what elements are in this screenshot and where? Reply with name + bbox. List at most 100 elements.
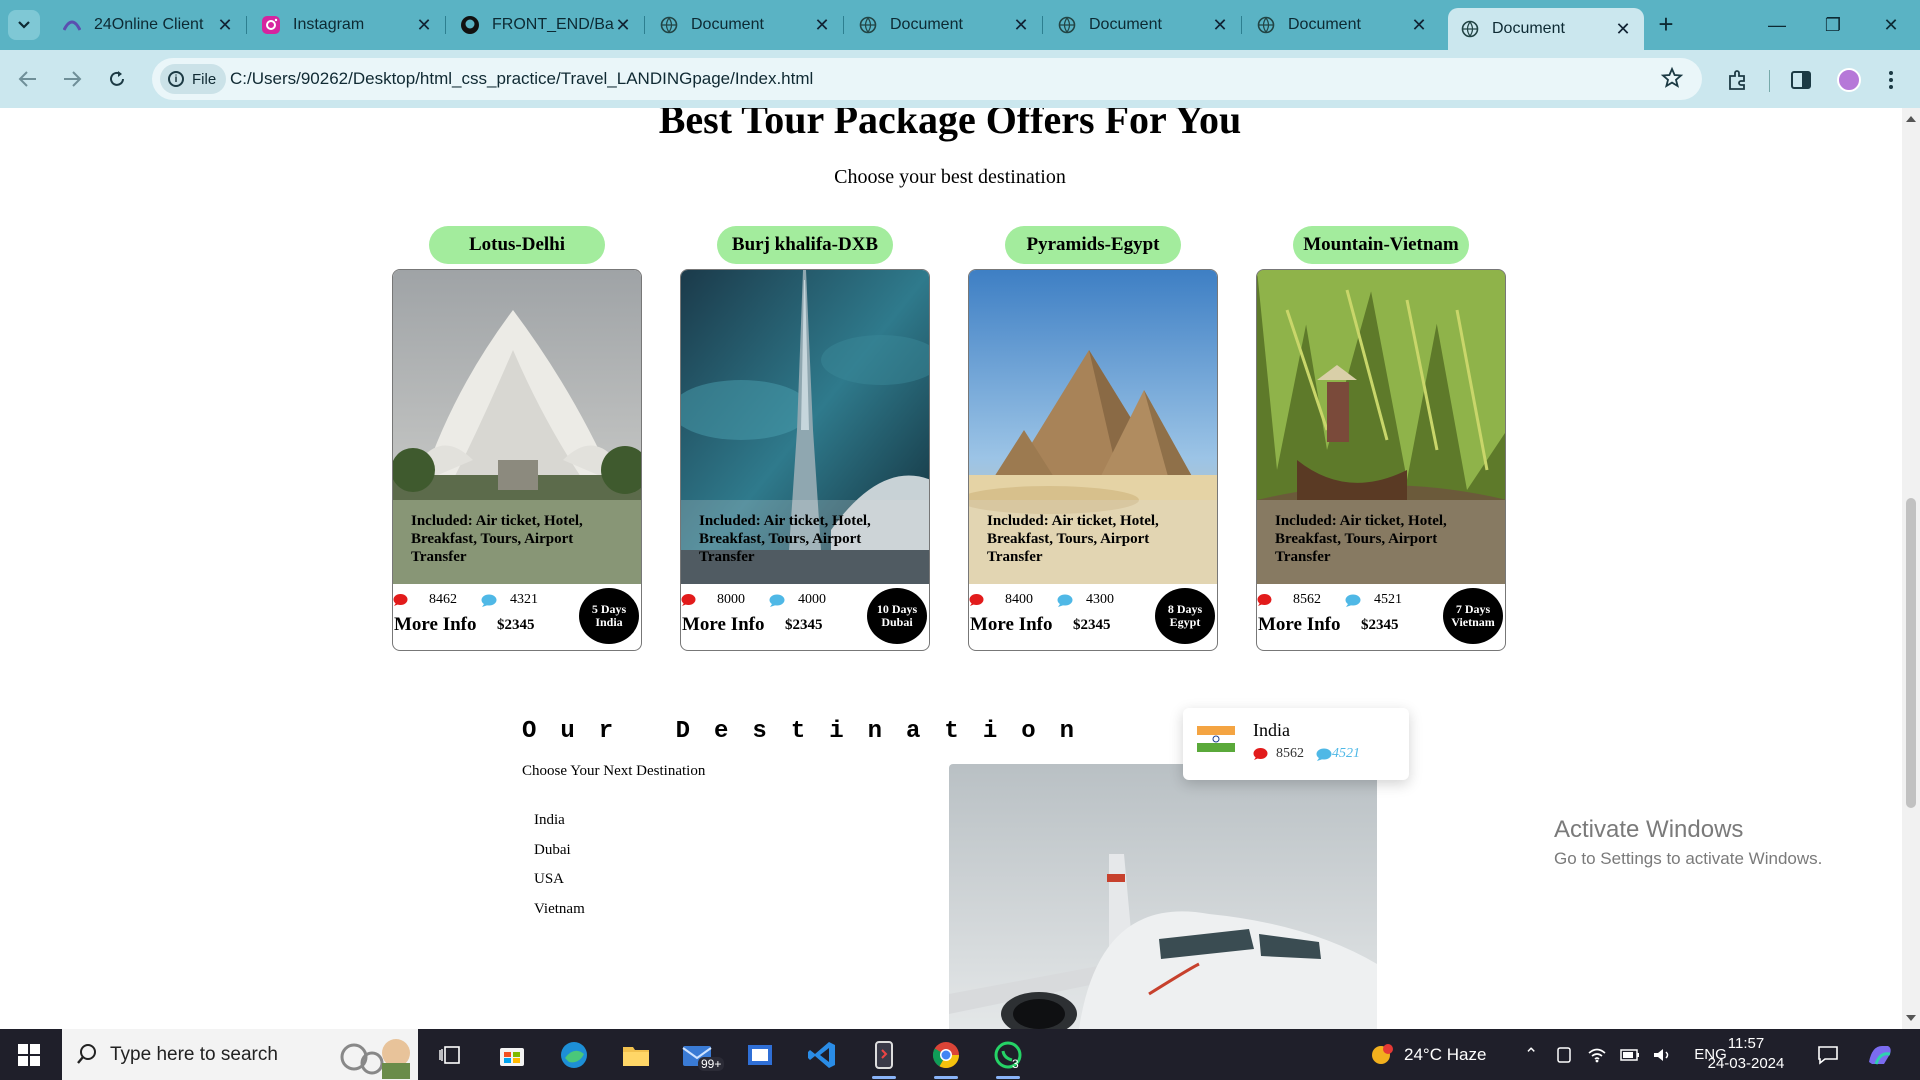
tab-github[interactable]: FRONT_END/Ba ✕ bbox=[448, 8, 645, 42]
destination-item-india[interactable]: India bbox=[534, 812, 585, 842]
like-icon[interactable] bbox=[1253, 748, 1268, 760]
instagram-icon bbox=[261, 15, 281, 35]
site-info-chip[interactable]: i File bbox=[160, 64, 226, 94]
close-tab-icon[interactable]: ✕ bbox=[216, 15, 234, 36]
destination-info-card[interactable]: India 8562 4521 bbox=[1183, 708, 1409, 780]
scroll-down-arrow-icon[interactable] bbox=[1906, 1015, 1916, 1021]
whatsapp-icon[interactable]: 3 bbox=[988, 1035, 1028, 1079]
tab-title: FRONT_END/Ba bbox=[492, 16, 614, 33]
likes-count: 8000 bbox=[717, 592, 745, 607]
package-name-pill[interactable]: Lotus-Delhi bbox=[429, 226, 605, 264]
close-tab-icon[interactable]: ✕ bbox=[1211, 15, 1229, 36]
duration-badge: 10 Days Dubai bbox=[867, 588, 927, 644]
destination-item-usa[interactable]: USA bbox=[534, 871, 585, 901]
reload-button[interactable] bbox=[103, 65, 131, 93]
phone-link-icon[interactable] bbox=[864, 1035, 904, 1079]
destination-title: Our Destination bbox=[522, 718, 1099, 745]
menu-kebab-icon[interactable] bbox=[1878, 67, 1904, 93]
close-tab-icon[interactable]: ✕ bbox=[1410, 15, 1428, 36]
tab-search-button[interactable] bbox=[8, 10, 40, 40]
comment-icon[interactable] bbox=[769, 594, 785, 607]
package-card-vietnam: Mountain-Vietnam Included: Air ticket, H… bbox=[1256, 226, 1506, 651]
package-name-pill[interactable]: Mountain-Vietnam bbox=[1293, 226, 1469, 264]
wifi-icon[interactable] bbox=[1588, 1047, 1606, 1063]
extensions-icon[interactable] bbox=[1724, 67, 1750, 93]
copilot-icon[interactable] bbox=[1860, 1035, 1900, 1075]
tab-document-active[interactable]: Document ✕ bbox=[1448, 8, 1644, 50]
package-name-pill[interactable]: Burj khalifa-DXB bbox=[717, 226, 893, 264]
destination-item-vietnam[interactable]: Vietnam bbox=[534, 901, 585, 931]
package-card[interactable]: Included: Air ticket, Hotel, Breakfast, … bbox=[392, 269, 642, 651]
info-icon: i bbox=[168, 71, 184, 87]
scroll-thumb[interactable] bbox=[1906, 498, 1916, 808]
new-tab-button[interactable]: + bbox=[1651, 10, 1681, 40]
side-panel-icon[interactable] bbox=[1788, 67, 1814, 93]
chrome-icon[interactable] bbox=[926, 1035, 966, 1079]
profile-avatar[interactable] bbox=[1837, 68, 1861, 92]
minimize-button[interactable]: — bbox=[1754, 8, 1800, 42]
like-icon[interactable] bbox=[393, 594, 408, 606]
comment-icon[interactable] bbox=[1057, 594, 1073, 607]
mail-icon[interactable]: 99+ bbox=[678, 1035, 725, 1075]
close-tab-icon[interactable]: ✕ bbox=[415, 15, 433, 36]
system-clock[interactable]: 11:57 24-03-2024 bbox=[1704, 1034, 1788, 1074]
close-tab-icon[interactable]: ✕ bbox=[614, 15, 632, 36]
close-window-button[interactable]: ✕ bbox=[1868, 8, 1914, 42]
tab-24online[interactable]: 24Online Client ✕ bbox=[50, 8, 247, 42]
destination-item-dubai[interactable]: Dubai bbox=[534, 842, 585, 872]
bookmark-star-icon[interactable] bbox=[1660, 66, 1684, 90]
close-tab-icon[interactable]: ✕ bbox=[1614, 19, 1632, 40]
tab-document-1[interactable]: Document ✕ bbox=[647, 8, 844, 42]
comment-icon[interactable] bbox=[1316, 748, 1332, 761]
windows-start-icon[interactable] bbox=[18, 1044, 40, 1066]
package-card[interactable]: Included: Air ticket, Hotel, Breakfast, … bbox=[968, 269, 1218, 651]
more-info-link[interactable]: More Info bbox=[682, 614, 765, 636]
included-text: Included: Air ticket, Hotel, Breakfast, … bbox=[969, 500, 1217, 584]
comment-icon[interactable] bbox=[1345, 594, 1361, 607]
weather-widget[interactable]: 24°C Haze bbox=[1368, 1029, 1486, 1080]
search-placeholder: Type here to search bbox=[110, 1044, 278, 1065]
battery-icon[interactable] bbox=[1620, 1048, 1640, 1062]
close-tab-icon[interactable]: ✕ bbox=[1012, 15, 1030, 36]
section-subheading: Choose your best destination bbox=[834, 166, 1066, 188]
package-card[interactable]: Included: Air ticket, Hotel, Breakfast, … bbox=[680, 269, 930, 651]
more-info-link[interactable]: More Info bbox=[1258, 614, 1341, 636]
tab-document-3[interactable]: Document ✕ bbox=[1045, 8, 1242, 42]
tab-title: Document bbox=[890, 16, 963, 33]
news-app-icon[interactable] bbox=[740, 1035, 780, 1075]
notification-icon[interactable] bbox=[1808, 1035, 1848, 1075]
comment-icon[interactable] bbox=[481, 594, 497, 607]
more-info-link[interactable]: More Info bbox=[394, 614, 477, 636]
volume-icon[interactable] bbox=[1652, 1047, 1672, 1063]
page-scrollbar[interactable] bbox=[1902, 108, 1920, 1029]
tab-document-2[interactable]: Document ✕ bbox=[846, 8, 1043, 42]
microsoft-store-icon[interactable] bbox=[492, 1035, 532, 1075]
file-explorer-icon[interactable] bbox=[616, 1035, 656, 1075]
like-icon[interactable] bbox=[969, 594, 984, 606]
vscode-icon[interactable] bbox=[802, 1035, 842, 1075]
tab-document-4[interactable]: Document ✕ bbox=[1244, 8, 1440, 42]
chevron-up-icon[interactable]: ⌃ bbox=[1524, 1045, 1538, 1065]
address-bar[interactable]: i File C:/Users/90262/Desktop/html_css_p… bbox=[152, 58, 1702, 100]
package-name-pill[interactable]: Pyramids-Egypt bbox=[1005, 226, 1181, 264]
taskbar-search-box[interactable]: Type here to search bbox=[62, 1029, 418, 1080]
task-view-icon[interactable] bbox=[430, 1035, 470, 1075]
package-card[interactable]: Included: Air ticket, Hotel, Breakfast, … bbox=[1256, 269, 1506, 651]
forward-button[interactable] bbox=[58, 65, 86, 93]
more-info-link[interactable]: More Info bbox=[970, 614, 1053, 636]
like-icon[interactable] bbox=[681, 594, 696, 606]
destination-subtitle: Choose Your Next Destination bbox=[522, 763, 706, 779]
edge-browser-icon[interactable] bbox=[554, 1035, 594, 1075]
arrow-right-icon bbox=[64, 71, 82, 87]
restore-button[interactable]: ❐ bbox=[1810, 8, 1856, 42]
india-flag-icon bbox=[1197, 726, 1235, 752]
url-text[interactable]: C:/Users/90262/Desktop/html_css_practice… bbox=[230, 69, 813, 89]
info-card-name: India bbox=[1253, 720, 1290, 740]
like-icon[interactable] bbox=[1257, 594, 1272, 606]
device-icon[interactable] bbox=[1556, 1046, 1572, 1064]
scroll-up-arrow-icon[interactable] bbox=[1906, 116, 1916, 122]
tab-title: Document bbox=[1288, 16, 1361, 33]
back-button[interactable] bbox=[14, 65, 42, 93]
close-tab-icon[interactable]: ✕ bbox=[813, 15, 831, 36]
tab-instagram[interactable]: Instagram ✕ bbox=[249, 8, 446, 42]
